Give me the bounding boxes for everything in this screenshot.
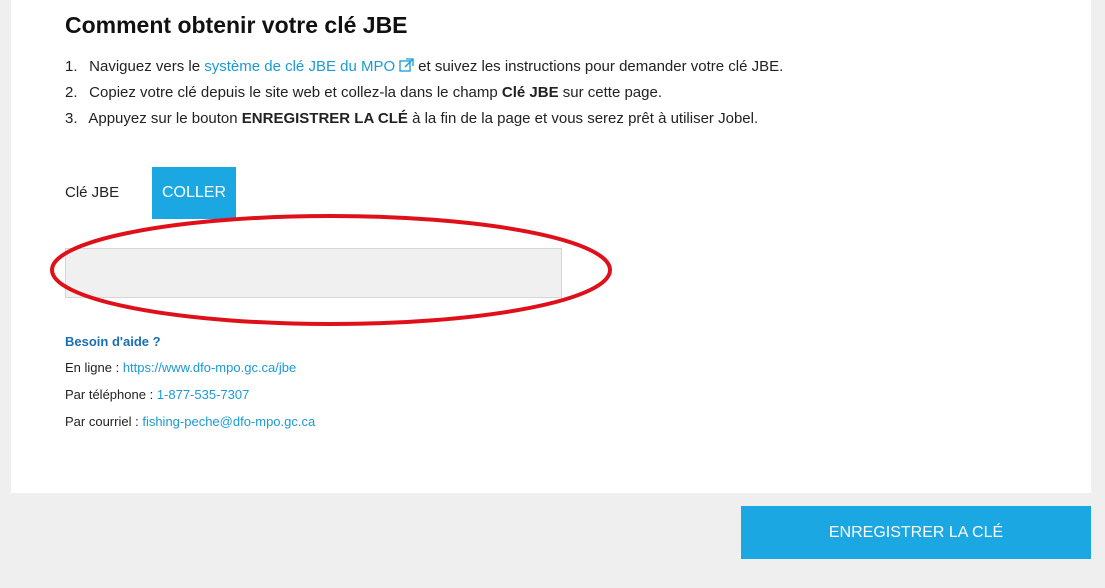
save-key-button[interactable]: ENREGISTRER LA CLÉ — [741, 506, 1091, 559]
help-title: Besoin d'aide ? — [65, 334, 161, 349]
help-email-link[interactable]: fishing-peche@dfo-mpo.gc.ca — [142, 414, 315, 429]
step-emphasis: ENREGISTRER LA CLÉ — [241, 110, 408, 127]
step-text: Appuyez sur le bouton — [88, 110, 238, 127]
help-email-label: Par courriel : — [65, 414, 139, 429]
help-online-label: En ligne : — [65, 360, 120, 375]
page-title: Comment obtenir votre clé JBE — [65, 12, 408, 38]
step-text: et suivez les instructions pour demander… — [418, 58, 784, 75]
step-number: 1. — [65, 58, 78, 75]
help-online: En ligne : https://www.dfo-mpo.gc.ca/jbe — [65, 360, 296, 375]
step-number: 3. — [65, 110, 78, 127]
instruction-steps: 1. Naviguez vers le système de clé JBE d… — [65, 57, 783, 135]
step-3: 3. Appuyez sur le bouton ENREGISTRER LA … — [65, 109, 783, 135]
help-email: Par courriel : fishing-peche@dfo-mpo.gc.… — [65, 414, 315, 429]
help-phone-label: Par téléphone : — [65, 387, 154, 402]
step-1: 1. Naviguez vers le système de clé JBE d… — [65, 57, 783, 83]
step-number: 2. — [65, 84, 78, 101]
key-field-label: Clé JBE — [65, 184, 120, 201]
step-2: 2. Copiez votre clé depuis le site web e… — [65, 83, 783, 109]
red-highlight-ellipse — [50, 214, 612, 326]
step-text: Naviguez vers le — [89, 58, 201, 75]
step-text: Copiez votre clé depuis le site web et c… — [89, 84, 498, 101]
step-text: à la fin de la page et vous serez prêt à… — [412, 110, 759, 127]
help-phone: Par téléphone : 1-877-535-7307 — [65, 387, 249, 402]
step-text: sur cette page. — [562, 84, 662, 101]
help-online-link[interactable]: https://www.dfo-mpo.gc.ca/jbe — [123, 360, 296, 375]
external-link-icon[interactable] — [399, 58, 414, 73]
help-phone-link[interactable]: 1-877-535-7307 — [157, 387, 250, 402]
step-emphasis: Clé JBE — [501, 84, 559, 101]
dfo-key-system-link[interactable]: système de clé JBE du MPO — [204, 58, 395, 75]
content-card: Comment obtenir votre clé JBE 1. Navigue… — [11, 0, 1091, 493]
